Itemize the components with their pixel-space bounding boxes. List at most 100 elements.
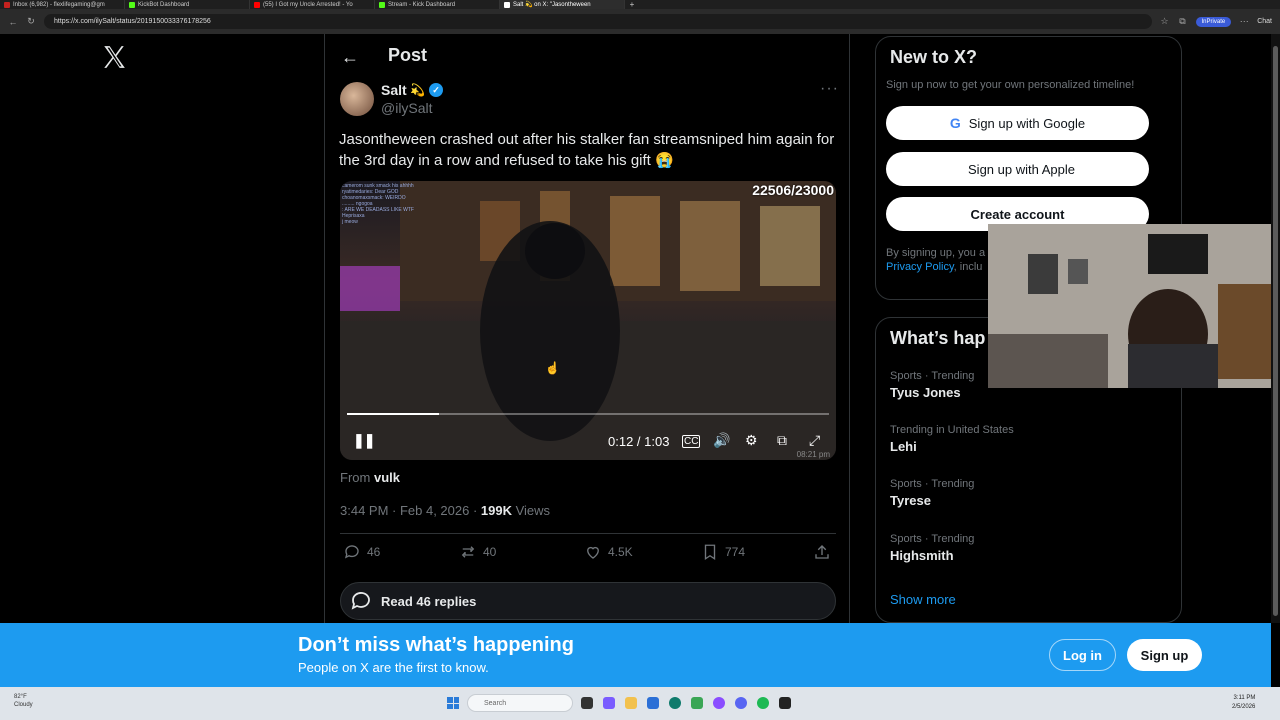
pause-icon[interactable]: ❚❚: [353, 432, 375, 449]
app-icon[interactable]: [691, 697, 703, 709]
author-handle[interactable]: @ilySalt: [381, 100, 433, 116]
browser-tab-bar: Inbox (6,982) - flexlifegaming@gm KickBo…: [0, 0, 1280, 9]
mouse-cursor-icon: ☝: [545, 361, 560, 375]
reply-button[interactable]: 46: [343, 543, 380, 561]
repost-button[interactable]: 40: [459, 543, 496, 561]
windows-start-icon[interactable]: [447, 697, 459, 709]
collections-icon[interactable]: ⧉: [1178, 16, 1188, 27]
x-icon: [504, 1, 510, 8]
windows-taskbar: 82°F Cloudy Search 3:11 PM 2/5/2026: [0, 687, 1280, 720]
signup-apple-button[interactable]: Sign up with Apple: [886, 152, 1149, 186]
address-bar: ← ↻ https://x.com/ilySalt/status/2019150…: [0, 9, 1280, 34]
youtube-icon: [254, 1, 260, 8]
menu-icon[interactable]: ⋯: [1239, 16, 1249, 27]
trend-item[interactable]: Sports · Trending Highsmith: [890, 533, 974, 563]
discord-icon[interactable]: [735, 697, 747, 709]
scrollbar-thumb[interactable]: [1273, 46, 1278, 616]
repost-icon: [461, 546, 475, 558]
new-tab-button[interactable]: +: [625, 0, 639, 9]
volume-icon[interactable]: 🔊: [713, 432, 730, 449]
refresh-icon[interactable]: ↻: [26, 16, 36, 27]
post-meta: 3:44 PM · Feb 4, 2026 · 199K Views: [340, 503, 551, 518]
file-explorer-icon[interactable]: [625, 697, 637, 709]
settings-icon[interactable]: ⚙: [745, 432, 758, 449]
url-field[interactable]: https://x.com/ilySalt/status/20191500333…: [44, 14, 1152, 29]
browser-tab[interactable]: Inbox (6,982) - flexlifegaming@gm: [0, 0, 125, 9]
verified-badge-icon: ✓: [429, 83, 443, 97]
dizzy-emoji-icon: 💫: [410, 83, 425, 97]
trend-item[interactable]: Sports · Trending Tyus Jones: [890, 370, 974, 400]
fullscreen-icon[interactable]: ⤢: [809, 432, 820, 449]
video-time: 0:12 / 1:03: [608, 434, 670, 449]
video-counter-overlay: 22506/23000: [752, 182, 834, 198]
like-button[interactable]: 4.5K: [584, 543, 633, 561]
signup-google-button[interactable]: G Sign up with Google: [886, 106, 1149, 140]
taskbar-search[interactable]: Search: [467, 694, 573, 712]
edge-icon[interactable]: [669, 697, 681, 709]
task-view-icon[interactable]: [581, 697, 593, 709]
signup-subtitle: Sign up now to get your own personalized…: [886, 79, 1135, 91]
more-options-icon[interactable]: ···: [820, 80, 839, 98]
inprivate-badge[interactable]: InPrivate: [1195, 16, 1232, 27]
webcam-feed: [988, 224, 1280, 388]
video-timestamp: 08:21 pm: [796, 450, 830, 459]
x-logo-icon[interactable]: [101, 44, 127, 70]
weather-widget[interactable]: 82°F Cloudy: [14, 693, 33, 709]
stream-chat-overlay: camerom sunk smack his ahhhh ryatimedari…: [342, 183, 414, 225]
post-column: ← Post Salt 💫 ✓ @ilySalt ··· Jasonthewee…: [324, 34, 850, 623]
store-icon[interactable]: [647, 697, 659, 709]
webcam-overlay: [988, 224, 1280, 388]
spotify-icon[interactable]: [757, 697, 769, 709]
copilot-icon[interactable]: [603, 697, 615, 709]
view-count: 199K: [480, 503, 512, 518]
back-arrow-icon[interactable]: ←: [341, 47, 359, 68]
reply-icon: [344, 545, 359, 559]
browser-tab[interactable]: KickBot Dashboard: [125, 0, 250, 9]
trend-item[interactable]: Trending in United States Lehi: [890, 424, 1014, 454]
signup-title: New to X?: [890, 47, 978, 67]
share-button[interactable]: [813, 543, 831, 561]
video-progress-bar[interactable]: [347, 413, 829, 415]
trend-item[interactable]: Sports · Trending Tyrese: [890, 478, 974, 508]
trends-title: What’s hap: [890, 328, 986, 348]
bookmark-button[interactable]: 774: [701, 543, 745, 561]
post-timestamp[interactable]: 3:44 PM · Feb 4, 2026 ·: [340, 503, 481, 518]
banner-subtitle: People on X are the first to know.: [298, 660, 489, 675]
video-progress-fill: [347, 413, 439, 415]
heart-icon: [587, 546, 599, 559]
bookmark-icon: [704, 544, 716, 561]
read-replies-button[interactable]: Read 46 replies: [340, 582, 836, 620]
video-source: From vulk: [340, 470, 400, 485]
captions-icon[interactable]: CC: [682, 435, 701, 448]
post-actions: 46 40 4.5K 774: [343, 543, 833, 565]
browser-tab[interactable]: Stream - Kick Dashboard: [375, 0, 500, 9]
back-icon[interactable]: ←: [8, 17, 18, 27]
post-text: Jasontheween crashed out after his stalk…: [339, 131, 835, 169]
share-icon: [815, 545, 829, 559]
banner-title: Don’t miss what’s happening: [298, 634, 574, 656]
signup-banner: Don’t miss what’s happening People on X …: [0, 623, 1271, 687]
avatar[interactable]: [340, 82, 374, 116]
reply-bubble-icon: [351, 592, 370, 610]
pip-icon[interactable]: ⧉: [777, 432, 787, 449]
video-player[interactable]: camerom sunk smack his ahhhh ryatimedari…: [340, 181, 836, 460]
source-link[interactable]: vulk: [374, 470, 400, 485]
show-more-link[interactable]: Show more: [890, 592, 956, 607]
login-button[interactable]: Log in: [1049, 639, 1116, 671]
privacy-policy-link[interactable]: Privacy Policy: [886, 261, 954, 273]
obs-icon[interactable]: [779, 697, 791, 709]
signup-button[interactable]: Sign up: [1127, 639, 1202, 671]
page-title: Post: [388, 45, 428, 65]
taskbar-clock[interactable]: 3:11 PM 2/5/2026: [1232, 694, 1255, 712]
star-icon[interactable]: ☆: [1160, 16, 1170, 27]
chat-button[interactable]: Chat: [1257, 18, 1272, 25]
kick-icon: [379, 1, 385, 8]
page-scrollbar[interactable]: [1271, 34, 1280, 623]
browser-tab-active[interactable]: Salt 💫 on X: "Jasontheween: [500, 0, 625, 9]
gmail-icon: [4, 1, 10, 8]
browser-tab[interactable]: (55) I Got my Uncle Arrested! - Yo: [250, 0, 375, 9]
author-name[interactable]: Salt: [381, 82, 407, 98]
kick-icon: [129, 1, 135, 8]
divider: [340, 533, 836, 534]
app-icon[interactable]: [713, 697, 725, 709]
